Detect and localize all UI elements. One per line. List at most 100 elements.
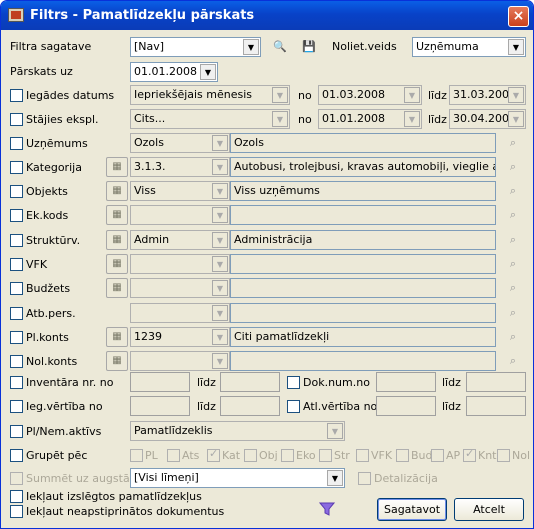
ekkods-select-icon[interactable]: ▦ <box>106 205 128 225</box>
inventara-label: Inventāra nr. no <box>26 376 114 389</box>
ekkods-code-dropdown[interactable]: ▼ <box>130 205 230 225</box>
close-icon[interactable]: × <box>508 6 529 27</box>
save-icon[interactable]: 💾 <box>300 38 318 56</box>
nol-dropdown[interactable]: Uzņēmuma ▼ <box>412 37 526 57</box>
group-kat-checkbox[interactable] <box>207 447 220 462</box>
detail-label: Detalizācija <box>374 472 438 485</box>
iegades-from[interactable]: 01.03.2008 ▼ <box>318 85 422 105</box>
summet-label: Summēt uz augstāko <box>26 472 143 485</box>
inventara-to-input[interactable] <box>220 372 280 392</box>
vfk-code-dropdown[interactable]: ▼ <box>130 254 230 274</box>
group-checkbox[interactable] <box>10 449 23 462</box>
objekts-select-icon[interactable]: ▦ <box>106 181 128 201</box>
nolkonts-checkbox[interactable] <box>10 355 23 368</box>
group-nol-checkbox[interactable] <box>497 449 510 462</box>
iegades-to[interactable]: 31.03.2008 ▼ <box>449 85 526 105</box>
search-icon[interactable]: 🔍 <box>271 38 289 56</box>
group-str-checkbox[interactable] <box>319 449 332 462</box>
strukturv-checkbox[interactable] <box>10 234 23 247</box>
atlvert-checkbox[interactable] <box>287 400 300 413</box>
strukturv-code-dropdown[interactable]: Admin ▼ <box>130 230 230 250</box>
ekkods-checkbox[interactable] <box>10 209 23 222</box>
plkonts-checkbox[interactable] <box>10 331 23 344</box>
search-icon[interactable]: ⌕ <box>504 255 522 273</box>
plkonts-select-icon[interactable]: ▦ <box>106 327 128 347</box>
filter-icon[interactable] <box>319 501 335 517</box>
inventara-from-input[interactable] <box>130 372 190 392</box>
chevron-down-icon: ▼ <box>212 183 228 199</box>
summet-checkbox[interactable] <box>10 472 23 485</box>
search-icon[interactable]: ⌕ <box>504 206 522 224</box>
inventara-checkbox[interactable] <box>10 376 23 389</box>
cancel-button[interactable]: Atcelt <box>454 498 524 521</box>
kategorija-select-icon[interactable]: ▦ <box>106 157 128 177</box>
iegvert-from-input[interactable] <box>130 396 190 416</box>
search-icon[interactable]: ⌕ <box>504 279 522 297</box>
kategorija-name-field: Autobusi, trolejbusi, kravas automobiļi,… <box>230 157 496 177</box>
uznemums-checkbox[interactable] <box>10 137 23 150</box>
vfk-checkbox[interactable] <box>10 258 23 271</box>
kategorija-code-dropdown[interactable]: 3.1.3. ▼ <box>130 157 230 177</box>
prepare-button[interactable]: Sagatavot <box>377 498 447 521</box>
objekts-checkbox[interactable] <box>10 185 23 198</box>
filter-dialog: Filtrs - Pamatlīdzekļu pārskats × Filtra… <box>0 0 534 529</box>
include-excluded-checkbox[interactable] <box>10 490 23 503</box>
group-ats-checkbox[interactable] <box>167 449 180 462</box>
search-icon[interactable]: ⌕ <box>504 182 522 200</box>
iegvert-to-input[interactable] <box>220 396 280 416</box>
stajies-period[interactable]: Cits... ▼ <box>130 109 290 129</box>
plkonts-code-dropdown[interactable]: 1239 ▼ <box>130 327 230 347</box>
objekts-label: Objekts <box>26 185 68 198</box>
template-dropdown[interactable]: [Nav] ▼ <box>130 37 261 57</box>
iegades-label: Iegādes datums <box>26 89 115 102</box>
search-icon[interactable]: ⌕ <box>504 304 522 322</box>
budzets-code-dropdown[interactable]: ▼ <box>130 278 230 298</box>
atbpers-checkbox[interactable] <box>10 307 23 320</box>
group-pl-checkbox[interactable] <box>130 449 143 462</box>
group-bud-checkbox[interactable] <box>396 449 409 462</box>
atlvert-to-input[interactable] <box>466 396 526 416</box>
aktivs-checkbox[interactable] <box>10 425 23 438</box>
include-unapproved-checkbox[interactable] <box>10 505 23 518</box>
iegades-period[interactable]: Iepriekšējais mēnesis ▼ <box>130 85 290 105</box>
objekts-code-dropdown[interactable]: Viss ▼ <box>130 181 230 201</box>
dokum-checkbox[interactable] <box>287 376 300 389</box>
app-icon <box>8 8 24 22</box>
search-icon[interactable]: ⌕ <box>504 158 522 176</box>
group-knt-checkbox[interactable] <box>463 447 476 462</box>
stajies-label: Stājies ekspl. <box>26 113 99 126</box>
search-icon[interactable]: ⌕ <box>504 134 522 152</box>
group-obj-checkbox[interactable] <box>244 449 257 462</box>
stajies-to[interactable]: 30.04.2008 ▼ <box>449 109 526 129</box>
include-excluded-label: Iekļaut izslēgtos pamatlīdzekļus <box>26 490 202 503</box>
search-icon[interactable]: ⌕ <box>504 328 522 346</box>
dokum-to-input[interactable] <box>466 372 526 392</box>
aktivs-dropdown[interactable]: Pamatlīdzeklis ▼ <box>130 421 345 441</box>
kategorija-checkbox[interactable] <box>10 161 23 174</box>
strukturv-select-icon[interactable]: ▦ <box>106 230 128 250</box>
budzets-checkbox[interactable] <box>10 282 23 295</box>
chevron-down-icon: ▼ <box>212 207 228 223</box>
group-eko-checkbox[interactable] <box>281 449 294 462</box>
summet-dropdown[interactable]: [Visi līmeņi] ▼ <box>130 468 345 488</box>
nolkonts-select-icon[interactable]: ▦ <box>106 351 128 371</box>
dokum-from-input[interactable] <box>376 372 436 392</box>
overview-date[interactable]: 01.01.2008 ▼ <box>130 62 218 82</box>
stajies-checkbox[interactable] <box>10 113 23 126</box>
nolkonts-code-dropdown[interactable]: ▼ <box>130 351 230 371</box>
budzets-select-icon[interactable]: ▦ <box>106 278 128 298</box>
group-vfk-checkbox[interactable] <box>356 449 369 462</box>
iegvert-checkbox[interactable] <box>10 400 23 413</box>
title-bar: Filtrs - Pamatlīdzekļu pārskats × <box>1 1 533 30</box>
search-icon[interactable]: ⌕ <box>504 231 522 249</box>
stajies-from[interactable]: 01.01.2008 ▼ <box>318 109 422 129</box>
vfk-select-icon[interactable]: ▦ <box>106 254 128 274</box>
atbpers-code-dropdown[interactable]: ▼ <box>130 303 230 323</box>
uznemums-code-dropdown[interactable]: Ozols ▼ <box>130 133 230 153</box>
iegades-checkbox[interactable] <box>10 89 23 102</box>
detail-checkbox[interactable] <box>358 472 371 485</box>
group-obj-label: Obj <box>259 449 278 462</box>
group-ap-checkbox[interactable] <box>431 449 444 462</box>
search-icon[interactable]: ⌕ <box>504 352 522 370</box>
atlvert-from-input[interactable] <box>376 396 436 416</box>
